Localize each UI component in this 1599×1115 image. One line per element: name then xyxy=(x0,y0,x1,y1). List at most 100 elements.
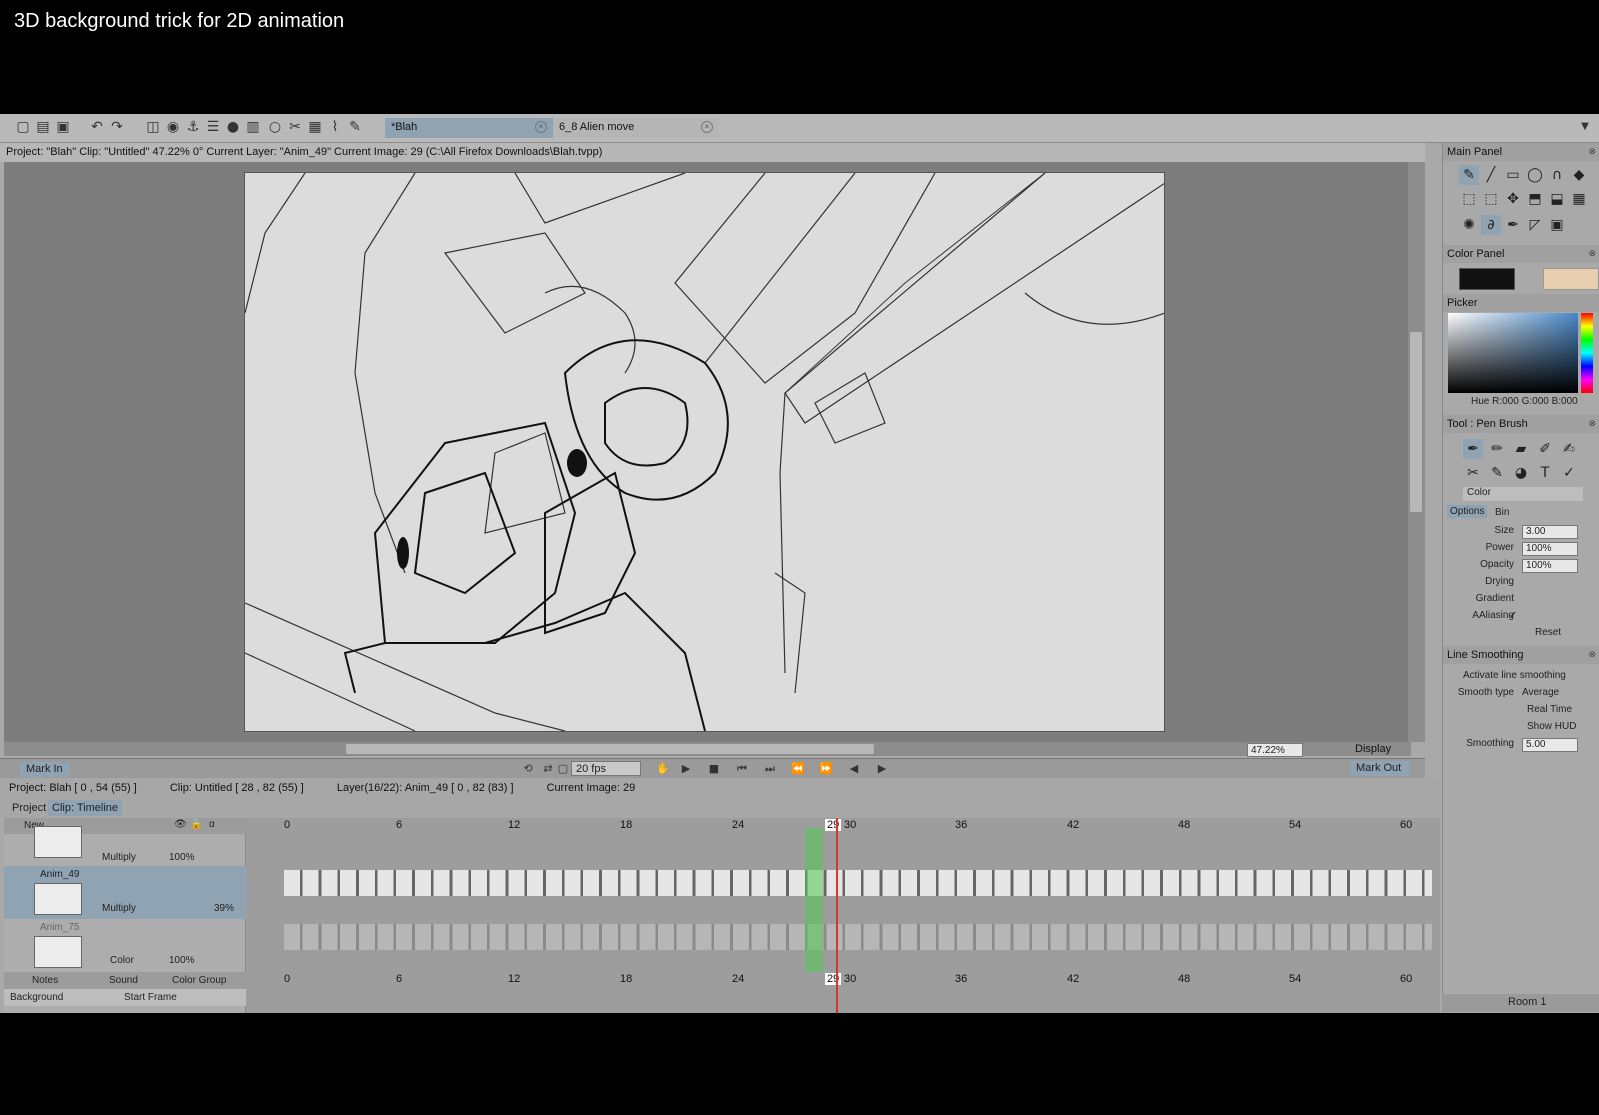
background-color-swatch[interactable] xyxy=(1543,268,1599,290)
layer-row-anim75[interactable]: Anim_75 Color 100% xyxy=(4,919,246,972)
stamp-tool-icon[interactable]: ▦ xyxy=(1569,189,1589,209)
options-tab[interactable]: Options xyxy=(1447,505,1488,518)
water-icon[interactable]: ◕ xyxy=(1511,463,1531,483)
layer-opacity[interactable]: 100% xyxy=(169,955,195,966)
move-tool-icon[interactable]: ✥ xyxy=(1503,189,1523,209)
color-group-button[interactable]: Color Group xyxy=(172,975,226,986)
opacity-field[interactable]: 100% xyxy=(1522,559,1578,573)
layers-icon[interactable]: ☰ xyxy=(204,118,222,136)
rectangle-tool-icon[interactable]: ▭ xyxy=(1503,165,1523,185)
mark-in-button[interactable]: Mark In xyxy=(20,762,70,777)
select-tool-icon[interactable]: ⬚ xyxy=(1459,189,1479,209)
scissors-icon[interactable]: ✂ xyxy=(286,118,304,136)
close-tab-icon[interactable]: × xyxy=(535,121,547,133)
drawing-canvas[interactable] xyxy=(244,172,1166,732)
horizontal-scrollbar[interactable] xyxy=(4,742,1411,756)
brush-icon[interactable]: ✎ xyxy=(346,118,364,136)
bulb-icon[interactable]: ● xyxy=(224,118,242,136)
crop-tool-icon[interactable]: ⬓ xyxy=(1547,189,1567,209)
loop-icon[interactable]: ⟲ xyxy=(520,761,536,777)
vertical-scrollbar[interactable] xyxy=(1408,162,1425,742)
foreground-color-swatch[interactable] xyxy=(1459,268,1515,290)
real-time-label[interactable]: Real Time xyxy=(1527,704,1572,715)
close-tab-icon[interactable]: × xyxy=(701,121,713,133)
color-wheel-icon[interactable]: ◉ xyxy=(164,118,182,136)
knife-icon[interactable]: ✂ xyxy=(1463,463,1483,483)
close-icon[interactable]: ⊗ xyxy=(1588,649,1596,660)
background-field[interactable]: Background xyxy=(10,992,63,1003)
fps-selector[interactable]: 20 fps xyxy=(571,761,641,776)
forward-icon[interactable]: ⏩ xyxy=(818,761,834,777)
next-frame-icon[interactable]: ▶ xyxy=(874,761,890,777)
layer-name[interactable]: Anim_75 xyxy=(40,922,79,933)
crayon-icon[interactable]: ✍ xyxy=(1559,439,1579,459)
smudge-icon[interactable]: ✎ xyxy=(1487,463,1507,483)
close-icon[interactable]: ⊗ xyxy=(1588,418,1596,429)
smoothing-field[interactable]: 5.00 xyxy=(1522,738,1578,752)
pen-mode-icon[interactable]: ✒ xyxy=(1503,215,1523,235)
camera-icon[interactable]: ◫ xyxy=(144,118,162,136)
marker-icon[interactable]: ▰ xyxy=(1511,439,1531,459)
start-frame-field[interactable]: Start Frame xyxy=(124,992,177,1003)
close-icon[interactable]: ⊗ xyxy=(1588,248,1596,259)
tab-clip-timeline[interactable]: Clip: Timeline xyxy=(48,800,123,816)
alpha-icon[interactable]: α xyxy=(209,819,215,830)
lasso-tool-icon[interactable]: ⬚ xyxy=(1481,189,1501,209)
anim49-frame-strip[interactable] xyxy=(284,870,1432,896)
ellipse-tool-icon[interactable]: ◯ xyxy=(1525,165,1545,185)
power-field[interactable]: 100% xyxy=(1522,542,1578,556)
horizontal-scroll-thumb[interactable] xyxy=(346,744,874,754)
new-file-icon[interactable]: ▢ xyxy=(14,118,32,136)
save-icon[interactable]: ▣ xyxy=(54,118,72,136)
close-icon[interactable]: ⊗ xyxy=(1588,146,1596,157)
room-selector[interactable]: Room 1 xyxy=(1508,996,1547,1008)
open-file-icon[interactable]: ▤ xyxy=(34,118,52,136)
lock-icon[interactable]: 🔒 xyxy=(190,819,202,830)
frame-area[interactable]: 0 6 12 18 24 29 30 36 42 48 54 60 0 6 12… xyxy=(252,818,1440,1013)
layer-blend-mode[interactable]: Color xyxy=(110,955,134,966)
zoom-icon[interactable]: ○ xyxy=(266,118,284,136)
frame-icon[interactable]: ▢ xyxy=(555,761,571,777)
pingpong-icon[interactable]: ⇄ xyxy=(540,761,556,777)
shape-mode-icon[interactable]: ◸ xyxy=(1525,215,1545,235)
reset-button[interactable]: Reset xyxy=(1503,627,1593,641)
color-mode-select[interactable]: Color xyxy=(1463,487,1583,501)
zoom-field[interactable]: 47.22% xyxy=(1247,743,1303,757)
layer-name[interactable]: Anim_49 xyxy=(40,869,79,880)
activate-smoothing-label[interactable]: Activate line smoothing xyxy=(1463,670,1566,681)
pen-brush-icon[interactable]: ✒ xyxy=(1463,439,1483,459)
tab-project[interactable]: Project xyxy=(8,800,50,816)
rewind-icon[interactable]: ⏪ xyxy=(790,761,806,777)
size-field[interactable]: 3.00 xyxy=(1522,525,1578,539)
graph-icon[interactable]: ⌇ xyxy=(326,118,344,136)
layer-blend-mode[interactable]: Multiply xyxy=(102,903,136,914)
notes-button[interactable]: Notes xyxy=(32,975,58,986)
special-brush-icon[interactable]: ✓ xyxy=(1559,463,1579,483)
grid-icon[interactable]: ▦ xyxy=(306,118,324,136)
redo-icon[interactable]: ↷ xyxy=(108,118,126,136)
layer-opacity[interactable]: 100% xyxy=(169,852,195,863)
stop-icon[interactable]: ■ xyxy=(706,761,722,777)
line-tool-icon[interactable]: ╱ xyxy=(1481,165,1501,185)
speed-icon[interactable]: ✋ xyxy=(655,761,671,777)
prev-frame-icon[interactable]: ◀ xyxy=(846,761,862,777)
tab-alien-move[interactable]: 6_8 Alien move × xyxy=(553,118,719,138)
aaliasing-check-icon[interactable]: ✓ xyxy=(1509,610,1517,621)
eye-icon[interactable]: 👁 xyxy=(174,819,187,830)
mark-out-button[interactable]: Mark Out xyxy=(1350,761,1410,776)
airbrush-icon[interactable]: ✐ xyxy=(1535,439,1555,459)
smooth-type-select[interactable]: Average xyxy=(1522,687,1559,698)
vertical-scroll-thumb[interactable] xyxy=(1410,332,1422,512)
chevron-down-icon[interactable]: ▼ xyxy=(1576,118,1594,136)
bin-tab[interactable]: Bin xyxy=(1495,507,1509,518)
show-hud-label[interactable]: Show HUD xyxy=(1527,721,1576,732)
hue-slider[interactable] xyxy=(1581,313,1593,393)
sound-button[interactable]: Sound xyxy=(109,975,138,986)
film-icon[interactable]: ▥ xyxy=(244,118,262,136)
pencil-icon[interactable]: ✏ xyxy=(1487,439,1507,459)
brush-mode-icon[interactable]: ∂ xyxy=(1481,215,1501,235)
go-first-icon[interactable]: ⏮ xyxy=(734,761,750,777)
panel-mode-icon[interactable]: ▣ xyxy=(1547,215,1567,235)
curve-tool-icon[interactable]: ∩ xyxy=(1547,165,1567,185)
play-icon[interactable]: ▶ xyxy=(678,761,694,777)
